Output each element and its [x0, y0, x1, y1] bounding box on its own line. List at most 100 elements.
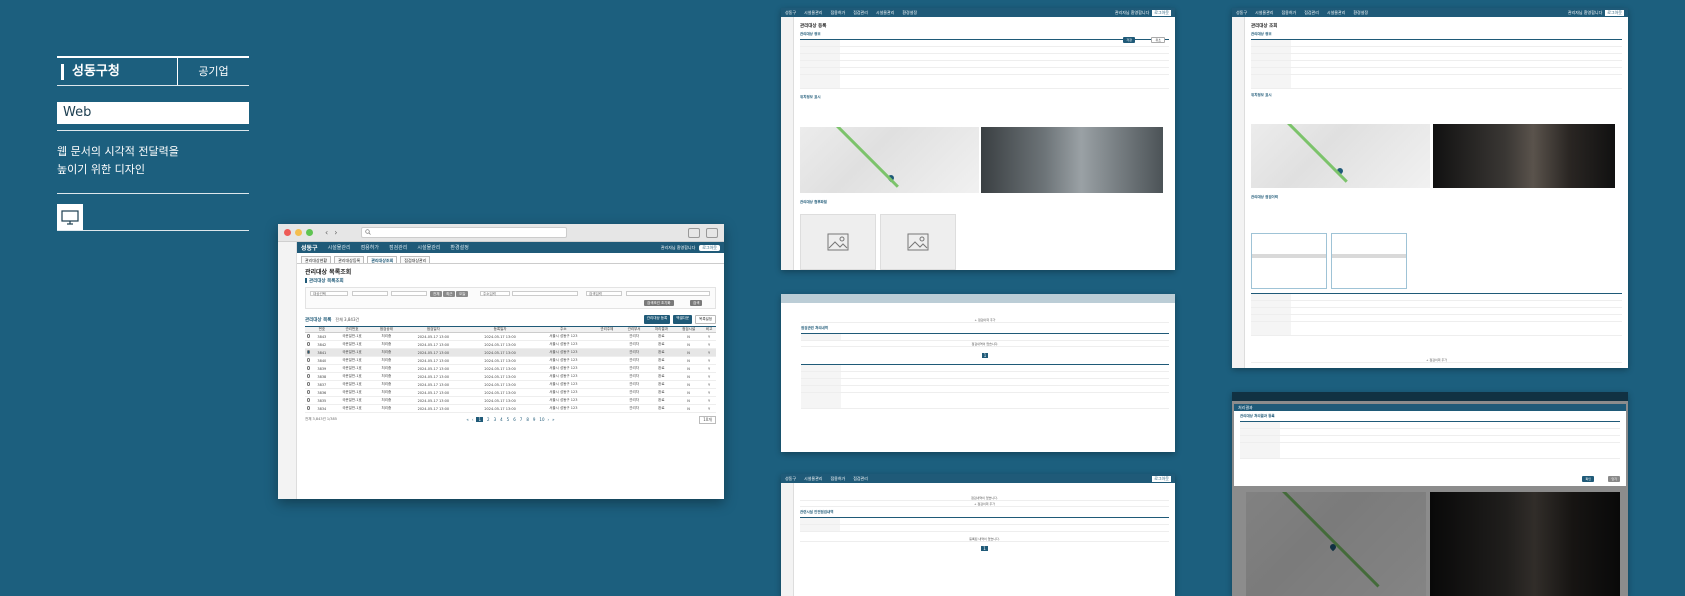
address-select[interactable]: 주소입력 — [480, 291, 510, 296]
page-number[interactable]: 7 — [520, 417, 523, 422]
radio-icon[interactable] — [306, 382, 311, 386]
page-number[interactable]: 3 — [494, 417, 497, 422]
page-number[interactable]: 1 — [981, 546, 988, 551]
confirm-button[interactable]: 확인 — [1582, 476, 1594, 482]
page-number[interactable]: 2 — [487, 417, 490, 422]
top-menu-item[interactable]: 시설물관리 — [417, 244, 440, 251]
top-menu-item[interactable]: 시설물관리 — [876, 10, 894, 16]
page-number[interactable]: 6 — [513, 417, 516, 422]
table-row[interactable]: 3839 국문일반-1호 처리중 2024-05-17 13:00 2024-05-17… — [305, 364, 716, 373]
period-chip[interactable]: 최근 — [443, 291, 456, 297]
period-chip[interactable]: 전체 — [430, 291, 443, 297]
close-button[interactable]: 닫기 — [1608, 476, 1620, 482]
top-menu-item[interactable]: 시설물관리 — [804, 10, 822, 16]
last-page-icon[interactable]: » — [552, 417, 554, 422]
table-row[interactable]: 3841 국문일반-1호 처리중 2024-05-17 13:00 2024-05-17… — [305, 348, 716, 357]
period-chip[interactable]: 오늘 — [456, 291, 469, 297]
tab-inspection[interactable]: 점검대상관리 — [400, 256, 431, 263]
row-radio[interactable] — [305, 404, 313, 413]
radio-icon[interactable] — [306, 406, 311, 410]
address-bar[interactable] — [361, 227, 568, 238]
search-input[interactable] — [626, 291, 710, 296]
table-row[interactable]: 3837 국문일반-1호 처리중 2024-05-17 13:00 2024-05-17… — [305, 380, 716, 389]
tab-register[interactable]: 관리대상등록 — [334, 256, 365, 263]
page-number[interactable]: 1 — [476, 417, 484, 422]
subcategory-list[interactable] — [1331, 233, 1407, 289]
attachment-placeholder[interactable] — [880, 214, 956, 270]
app-logo[interactable]: 성동구 — [785, 476, 796, 482]
radio-icon[interactable] — [306, 374, 311, 378]
table-row[interactable]: 3842 국문일반-1호 처리중 2024-05-17 13:00 2024-05-17… — [305, 340, 716, 349]
page-number[interactable]: 5 — [507, 417, 510, 422]
row-radio[interactable] — [305, 364, 313, 373]
list-item[interactable] — [1332, 254, 1406, 258]
top-menu-item[interactable]: 시설물관리 — [1255, 10, 1273, 16]
row-radio[interactable] — [305, 332, 313, 341]
minimize-dot-icon[interactable] — [295, 229, 302, 236]
tab-list[interactable]: 관리대상조회 — [367, 256, 398, 263]
top-menu-item[interactable]: 환경설정 — [902, 10, 917, 16]
radio-icon[interactable] — [306, 334, 311, 338]
category-list[interactable] — [1251, 233, 1327, 289]
location-map[interactable] — [800, 127, 979, 193]
road-view-image[interactable] — [1433, 124, 1615, 188]
radio-icon[interactable] — [306, 342, 311, 346]
maximize-dot-icon[interactable] — [306, 229, 313, 236]
top-menu-item[interactable]: 점용허가 — [830, 476, 845, 482]
attachment-placeholder[interactable] — [800, 214, 876, 270]
share-icon[interactable] — [688, 227, 700, 238]
filter-select[interactable]: 대상선택 — [310, 291, 348, 296]
table-row[interactable]: 3836 국문일반-1호 처리중 2024-05-17 13:00 2024-05-17… — [305, 388, 716, 397]
app-logo[interactable]: 성동구 — [1236, 10, 1247, 16]
search-button[interactable]: 검색 — [690, 300, 703, 306]
logout-button[interactable]: 로그아웃 — [1605, 9, 1624, 16]
search-select[interactable]: 검색입력 — [586, 291, 622, 296]
empty-message[interactable]: + 점검이력 추가 — [801, 317, 1169, 323]
row-radio[interactable] — [305, 348, 313, 357]
add-history-link[interactable]: + 점검이력 추가 — [800, 501, 1169, 507]
next-page-icon[interactable]: › — [548, 417, 550, 422]
radio-icon[interactable] — [306, 398, 311, 402]
top-menu-item[interactable]: 점용허가 — [1281, 10, 1296, 16]
table-row[interactable]: 3835 국문일반-1호 처리중 2024-05-17 13:00 2024-05-17… — [305, 396, 716, 405]
app-logo[interactable]: 성동구 — [301, 243, 318, 252]
top-menu-item[interactable]: 환경설정 — [450, 244, 468, 251]
top-menu-item[interactable]: 시설물관리 — [328, 244, 351, 251]
forward-icon[interactable]: › — [334, 228, 337, 237]
row-radio[interactable] — [305, 388, 313, 397]
radio-icon[interactable] — [306, 350, 311, 354]
page-size-select[interactable]: 10개 — [699, 415, 716, 424]
top-menu-item[interactable]: 시설물관리 — [804, 476, 822, 482]
table-row[interactable]: 3834 국문일반-1호 처리중 2024-05-17 13:00 2024-05-17… — [305, 404, 716, 413]
row-radio[interactable] — [305, 380, 313, 389]
tabs-icon[interactable] — [706, 227, 718, 238]
table-row[interactable]: 3838 국문일반-1호 처리중 2024-05-17 13:00 2024-05-17… — [305, 372, 716, 381]
top-menu-item[interactable]: 점검관리 — [389, 244, 407, 251]
top-menu-item[interactable]: 시설물관리 — [1327, 10, 1345, 16]
logout-button[interactable]: 로그아웃 — [1152, 9, 1171, 16]
page-number[interactable]: 4 — [500, 417, 503, 422]
table-row[interactable]: 3840 국문일반-1호 처리중 2024-05-17 13:00 2024-05-17… — [305, 356, 716, 365]
top-menu-item[interactable]: 점용허가 — [361, 244, 379, 251]
list-settings-button[interactable]: 목록설정 — [695, 315, 716, 324]
app-logo[interactable]: 성동구 — [785, 10, 796, 16]
row-radio[interactable] — [305, 372, 313, 381]
top-menu-item[interactable]: 환경설정 — [1353, 10, 1368, 16]
date-from-input[interactable] — [352, 291, 388, 296]
top-menu-item[interactable]: 점검관리 — [1304, 10, 1319, 16]
register-button[interactable]: 관리대상 등록 — [643, 315, 671, 324]
top-menu-item[interactable]: 점검관리 — [853, 10, 868, 16]
top-menu-item[interactable]: 점검관리 — [853, 476, 868, 482]
logout-button[interactable]: 로그아웃 — [699, 244, 720, 251]
table-row[interactable]: 3843 국문일반-1호 처리중 2024-05-17 13:00 2024-05-17… — [305, 332, 716, 341]
list-item[interactable] — [1252, 254, 1326, 258]
back-icon[interactable]: ‹ — [325, 228, 328, 237]
address-input[interactable] — [512, 291, 578, 296]
reset-filter-button[interactable]: 검색조건 초기화 — [644, 300, 674, 306]
radio-icon[interactable] — [306, 390, 311, 394]
radio-icon[interactable] — [306, 358, 311, 362]
row-radio[interactable] — [305, 340, 313, 349]
page-number[interactable]: 9 — [533, 417, 536, 422]
date-to-input[interactable] — [391, 291, 427, 296]
close-dot-icon[interactable] — [284, 229, 291, 236]
